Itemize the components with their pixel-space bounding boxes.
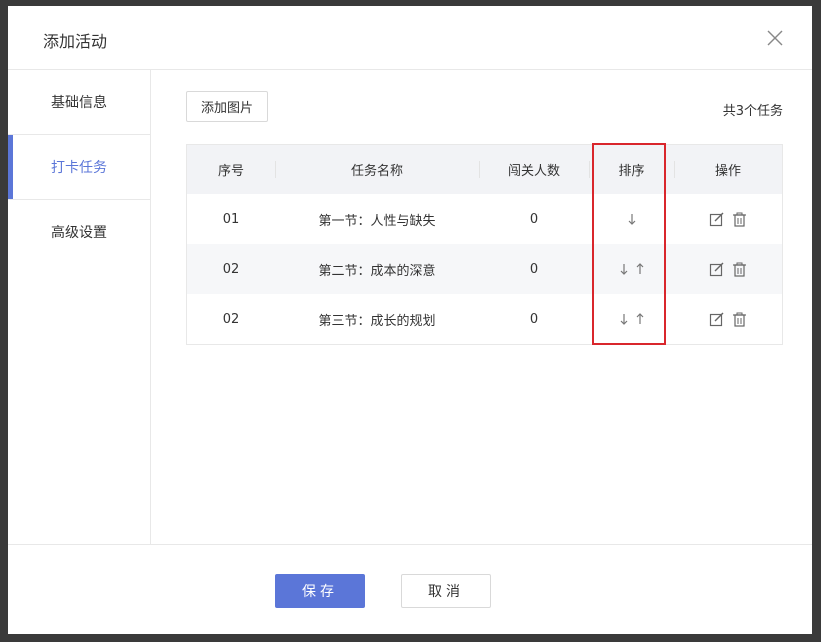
table-row: 01 第一节：人性与缺失 0 xyxy=(187,194,782,244)
dialog-footer: 保存 取消 xyxy=(8,544,812,635)
header-index: 序号 xyxy=(217,164,244,179)
add-image-button[interactable]: 添加图片 xyxy=(186,91,268,122)
table-header: 序号 任务名称 闯关人数 排序 操作 xyxy=(187,145,782,194)
row-actions xyxy=(674,244,782,294)
header-divider xyxy=(479,161,480,178)
row-index: 02 xyxy=(222,261,240,277)
row-task-name: 第三节：成长的规划 xyxy=(318,313,436,329)
edit-icon[interactable] xyxy=(709,262,724,277)
sidebar-item-basic-info[interactable]: 基础信息 xyxy=(8,70,150,135)
row-task-name: 第二节：成本的深意 xyxy=(318,263,436,279)
cancel-button[interactable]: 取消 xyxy=(401,574,491,608)
sidebar-item-label: 高级设置 xyxy=(51,225,107,241)
row-participants: 0 xyxy=(529,311,539,327)
edit-icon[interactable] xyxy=(709,312,724,327)
row-index: 01 xyxy=(222,211,240,227)
sidebar-item-checkin-tasks[interactable]: 打卡任务 xyxy=(8,135,150,200)
row-participants: 0 xyxy=(529,261,539,277)
delete-icon[interactable] xyxy=(732,212,747,227)
save-button[interactable]: 保存 xyxy=(275,574,365,608)
sidebar-item-label: 基础信息 xyxy=(51,95,107,111)
table-row: 02 第二节：成本的深意 0 xyxy=(187,244,782,294)
edit-icon[interactable] xyxy=(709,212,724,227)
add-activity-dialog: 添加活动 基础信息 打卡任务 高级设置 添加图片 共3个任务 序号 任务名称 闯… xyxy=(8,6,812,634)
header-participants: 闯关人数 xyxy=(507,164,560,179)
task-table: 序号 任务名称 闯关人数 排序 操作 01 第一节：人性与缺失 0 02 第二节… xyxy=(186,144,783,345)
sidebar: 基础信息 打卡任务 高级设置 xyxy=(8,70,151,544)
sidebar-item-advanced-settings[interactable]: 高级设置 xyxy=(8,200,150,264)
header-divider xyxy=(275,161,276,178)
row-task-name: 第一节：人性与缺失 xyxy=(318,213,436,229)
delete-icon[interactable] xyxy=(732,312,747,327)
delete-icon[interactable] xyxy=(732,262,747,277)
row-actions xyxy=(674,294,782,344)
row-actions xyxy=(674,194,782,244)
main-panel: 添加图片 共3个任务 序号 任务名称 闯关人数 排序 操作 01 第一节：人性与… xyxy=(151,70,812,544)
header-divider xyxy=(589,161,590,178)
task-count: 共3个任务 xyxy=(722,104,783,119)
table-row: 02 第三节：成长的规划 0 xyxy=(187,294,782,344)
sidebar-item-label: 打卡任务 xyxy=(51,160,107,176)
row-participants: 0 xyxy=(529,211,539,227)
header-divider xyxy=(674,161,675,178)
row-index: 02 xyxy=(222,311,240,327)
header-task-name: 任务名称 xyxy=(350,164,403,179)
dialog-title: 添加活动 xyxy=(43,32,108,51)
dialog-header: 添加活动 xyxy=(8,6,812,70)
sort-column-highlight xyxy=(592,143,666,345)
close-icon[interactable] xyxy=(766,29,784,47)
header-actions: 操作 xyxy=(714,164,741,179)
